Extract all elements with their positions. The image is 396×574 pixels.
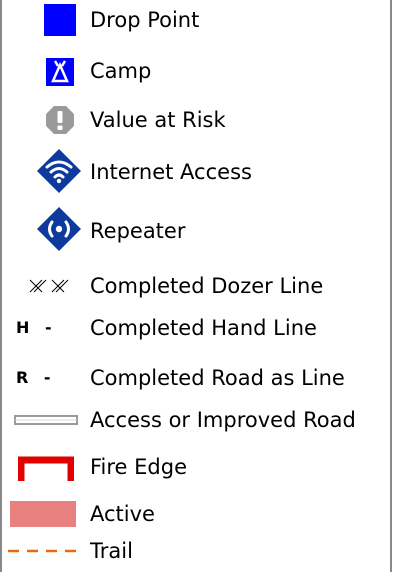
legend-label-value-at-risk: Value at Risk — [90, 108, 226, 132]
hand-line-icon: H - — [16, 316, 72, 338]
legend-label-camp: Camp — [90, 59, 152, 83]
legend-label-access-or-improved-road: Access or Improved Road — [90, 408, 356, 432]
wifi-diamond-icon — [36, 148, 82, 194]
legend-label-repeater: Repeater — [90, 219, 186, 243]
map-legend: Drop Point Camp Value at Risk Internet A… — [0, 0, 392, 572]
legend-label-completed-dozer-line: Completed Dozer Line — [90, 274, 324, 298]
legend-label-completed-road-as-line: Completed Road as Line — [90, 366, 345, 390]
road-line-glyph: R - — [16, 367, 51, 387]
blue-square-icon — [44, 4, 76, 36]
active-swatch-icon — [10, 501, 76, 527]
repeater-diamond-icon — [36, 206, 82, 252]
legend-label-completed-hand-line: Completed Hand Line — [90, 316, 317, 340]
legend-label-drop-point: Drop Point — [90, 8, 200, 32]
legend-label-internet-access: Internet Access — [90, 160, 252, 184]
dashed-line-icon — [6, 545, 78, 557]
hand-line-glyph: H - — [16, 317, 52, 337]
legend-label-active: Active — [90, 502, 155, 526]
road-line-icon: R - — [16, 366, 72, 388]
legend-label-fire-edge: Fire Edge — [90, 455, 188, 479]
fire-edge-icon — [18, 455, 74, 483]
legend-label-trail: Trail — [90, 539, 133, 563]
double-line-icon — [14, 414, 78, 428]
warning-hexagon-icon — [44, 104, 76, 136]
tent-icon — [44, 56, 76, 88]
dozer-line-icon — [28, 276, 74, 296]
